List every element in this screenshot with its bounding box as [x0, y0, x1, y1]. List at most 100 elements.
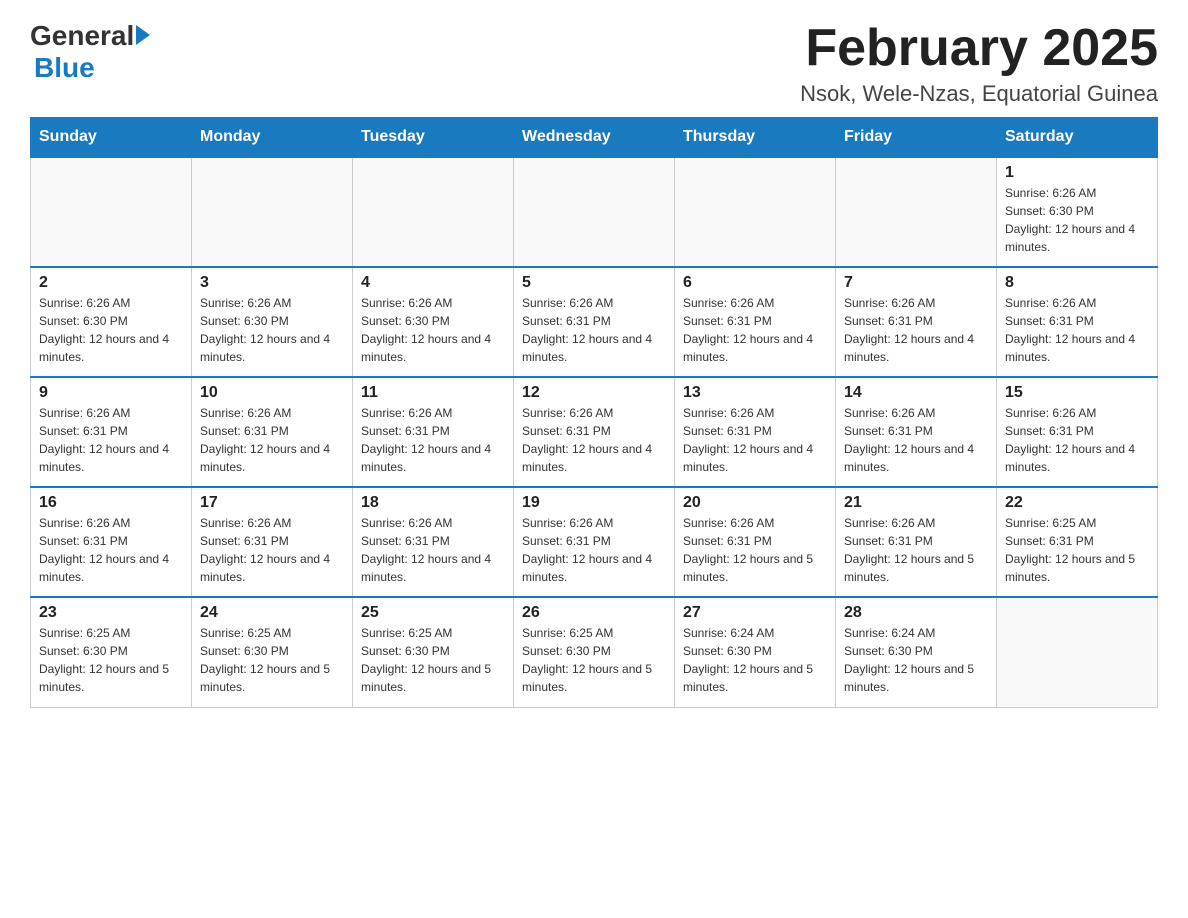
calendar-cell [192, 157, 353, 267]
day-number: 13 [683, 384, 827, 402]
day-number: 8 [1005, 274, 1149, 292]
calendar-week-row: 1Sunrise: 6:26 AMSunset: 6:30 PMDaylight… [31, 157, 1158, 267]
day-number: 18 [361, 494, 505, 512]
day-number: 19 [522, 494, 666, 512]
calendar-week-row: 16 Sunrise: 6:26 AMSunset: 6:31 PMDayligh… [31, 487, 1158, 597]
day-number: 20 [683, 494, 827, 512]
calendar-cell: 24Sunrise: 6:25 AMSunset: 6:30 PMDayligh… [192, 597, 353, 707]
logo-arrow-icon [136, 25, 150, 45]
day-number: 17 [200, 494, 344, 512]
calendar-cell: 23 Sunrise: 6:25 AMSunset: 6:30 PMDayligh… [31, 597, 192, 707]
day-number: 7 [844, 274, 988, 292]
calendar-cell: 9Sunrise: 6:26 AMSunset: 6:31 PMDaylight… [31, 377, 192, 487]
calendar-cell: 4 Sunrise: 6:26 AMSunset: 6:30 PMDaylight… [353, 267, 514, 377]
calendar-table: SundayMondayTuesdayWednesdayThursdayFrid… [30, 117, 1158, 708]
page-header: General Blue February 2025 Nsok, Wele-Nz… [30, 20, 1158, 107]
day-number: 22 [1005, 494, 1149, 512]
day-number: 25 [361, 604, 505, 622]
calendar-cell: 2 Sunrise: 6:26 AMSunset: 6:30 PMDaylight… [31, 267, 192, 377]
weekday-header-wednesday: Wednesday [514, 118, 675, 158]
calendar-week-row: 2 Sunrise: 6:26 AMSunset: 6:30 PMDaylight… [31, 267, 1158, 377]
calendar-cell: 25 Sunrise: 6:25 AMSunset: 6:30 PMDayligh… [353, 597, 514, 707]
day-number: 9 [39, 384, 183, 402]
weekday-header-saturday: Saturday [997, 118, 1158, 158]
weekday-header-monday: Monday [192, 118, 353, 158]
day-info: Sunrise: 6:26 AMSunset: 6:31 PMDaylight:… [361, 404, 505, 476]
day-info: Sunrise: 6:26 AMSunset: 6:30 PMDaylight:… [39, 294, 183, 366]
day-info: Sunrise: 6:26 AMSunset: 6:30 PMDaylight:… [200, 294, 344, 366]
day-info: Sunrise: 6:26 AMSunset: 6:31 PMDaylight:… [683, 294, 827, 366]
day-number: 10 [200, 384, 344, 402]
day-info: Sunrise: 6:26 AMSunset: 6:31 PMDaylight:… [844, 294, 988, 366]
calendar-cell: 19Sunrise: 6:26 AMSunset: 6:31 PMDayligh… [514, 487, 675, 597]
calendar-cell [836, 157, 997, 267]
day-number: 6 [683, 274, 827, 292]
weekday-header-friday: Friday [836, 118, 997, 158]
day-info: Sunrise: 6:26 AMSunset: 6:31 PMDaylight:… [683, 514, 827, 586]
calendar-cell: 6 Sunrise: 6:26 AMSunset: 6:31 PMDaylight… [675, 267, 836, 377]
day-number: 24 [200, 604, 344, 622]
day-info: Sunrise: 6:25 AMSunset: 6:30 PMDaylight:… [361, 624, 505, 696]
calendar-cell [514, 157, 675, 267]
day-info: Sunrise: 6:26 AMSunset: 6:31 PMDaylight:… [1005, 404, 1149, 476]
day-number: 15 [1005, 384, 1149, 402]
logo: General Blue [30, 20, 150, 84]
day-info: Sunrise: 6:26 AMSunset: 6:31 PMDaylight:… [522, 404, 666, 476]
calendar-cell: 11 Sunrise: 6:26 AMSunset: 6:31 PMDayligh… [353, 377, 514, 487]
day-info: Sunrise: 6:26 AMSunset: 6:31 PMDaylight:… [1005, 294, 1149, 366]
calendar-cell: 1Sunrise: 6:26 AMSunset: 6:30 PMDaylight… [997, 157, 1158, 267]
calendar-cell: 20 Sunrise: 6:26 AMSunset: 6:31 PMDayligh… [675, 487, 836, 597]
calendar-cell: 26 Sunrise: 6:25 AMSunset: 6:30 PMDayligh… [514, 597, 675, 707]
day-number: 5 [522, 274, 666, 292]
calendar-cell: 21 Sunrise: 6:26 AMSunset: 6:31 PMDayligh… [836, 487, 997, 597]
day-number: 21 [844, 494, 988, 512]
calendar-cell: 8 Sunrise: 6:26 AMSunset: 6:31 PMDaylight… [997, 267, 1158, 377]
calendar-cell: 15 Sunrise: 6:26 AMSunset: 6:31 PMDayligh… [997, 377, 1158, 487]
calendar-cell [675, 157, 836, 267]
calendar-cell [997, 597, 1158, 707]
day-number: 3 [200, 274, 344, 292]
day-number: 23 [39, 604, 183, 622]
day-info: Sunrise: 6:24 AMSunset: 6:30 PMDaylight:… [683, 624, 827, 696]
calendar-cell: 3 Sunrise: 6:26 AMSunset: 6:30 PMDaylight… [192, 267, 353, 377]
calendar-cell: 13 Sunrise: 6:26 AMSunset: 6:31 PMDayligh… [675, 377, 836, 487]
day-info: Sunrise: 6:26 AMSunset: 6:30 PMDaylight:… [361, 294, 505, 366]
day-info: Sunrise: 6:26 AMSunset: 6:31 PMDaylight:… [200, 514, 344, 586]
day-number: 14 [844, 384, 988, 402]
day-number: 2 [39, 274, 183, 292]
day-info: Sunrise: 6:26 AMSunset: 6:30 PMDaylight:… [1005, 184, 1149, 256]
day-info: Sunrise: 6:24 AMSunset: 6:30 PMDaylight:… [844, 624, 988, 696]
location-subtitle: Nsok, Wele-Nzas, Equatorial Guinea [800, 81, 1158, 107]
day-info: Sunrise: 6:26 AMSunset: 6:31 PMDaylight:… [361, 514, 505, 586]
day-number: 4 [361, 274, 505, 292]
calendar-cell: 18 Sunrise: 6:26 AMSunset: 6:31 PMDayligh… [353, 487, 514, 597]
calendar-week-row: 23 Sunrise: 6:25 AMSunset: 6:30 PMDayligh… [31, 597, 1158, 707]
day-number: 11 [361, 384, 505, 402]
day-number: 16 [39, 494, 183, 512]
calendar-header-row: SundayMondayTuesdayWednesdayThursdayFrid… [31, 118, 1158, 158]
calendar-cell: 10 Sunrise: 6:26 AMSunset: 6:31 PMDayligh… [192, 377, 353, 487]
calendar-cell: 17 Sunrise: 6:26 AMSunset: 6:31 PMDayligh… [192, 487, 353, 597]
day-info: Sunrise: 6:26 AMSunset: 6:31 PMDaylight:… [683, 404, 827, 476]
day-info: Sunrise: 6:25 AMSunset: 6:30 PMDaylight:… [39, 624, 183, 696]
calendar-cell [31, 157, 192, 267]
weekday-header-tuesday: Tuesday [353, 118, 514, 158]
day-info: Sunrise: 6:25 AMSunset: 6:30 PMDaylight:… [522, 624, 666, 696]
calendar-cell: 5 Sunrise: 6:26 AMSunset: 6:31 PMDaylight… [514, 267, 675, 377]
calendar-cell: 14Sunrise: 6:26 AMSunset: 6:31 PMDayligh… [836, 377, 997, 487]
day-number: 28 [844, 604, 988, 622]
calendar-cell: 27Sunrise: 6:24 AMSunset: 6:30 PMDayligh… [675, 597, 836, 707]
calendar-cell: 16Sunrise: 6:26 AMSunset: 6:31 PMDayligh… [31, 487, 192, 597]
day-info: Sunrise: 6:26 AMSunset: 6:31 PMDaylight:… [844, 514, 988, 586]
calendar-cell: 28 Sunrise: 6:24 AMSunset: 6:30 PMDayligh… [836, 597, 997, 707]
day-info: Sunrise: 6:26 AMSunset: 6:31 PMDaylight:… [522, 294, 666, 366]
calendar-cell: 7 Sunrise: 6:26 AMSunset: 6:31 PMDaylight… [836, 267, 997, 377]
day-number: 12 [522, 384, 666, 402]
calendar-cell [353, 157, 514, 267]
day-info: Sunrise: 6:26 AMSunset: 6:31 PMDaylight:… [200, 404, 344, 476]
weekday-header-thursday: Thursday [675, 118, 836, 158]
calendar-cell: 22Sunrise: 6:25 AMSunset: 6:31 PMDayligh… [997, 487, 1158, 597]
logo-general-text: General [30, 20, 134, 52]
day-number: 26 [522, 604, 666, 622]
title-section: February 2025 Nsok, Wele-Nzas, Equatoria… [800, 20, 1158, 107]
